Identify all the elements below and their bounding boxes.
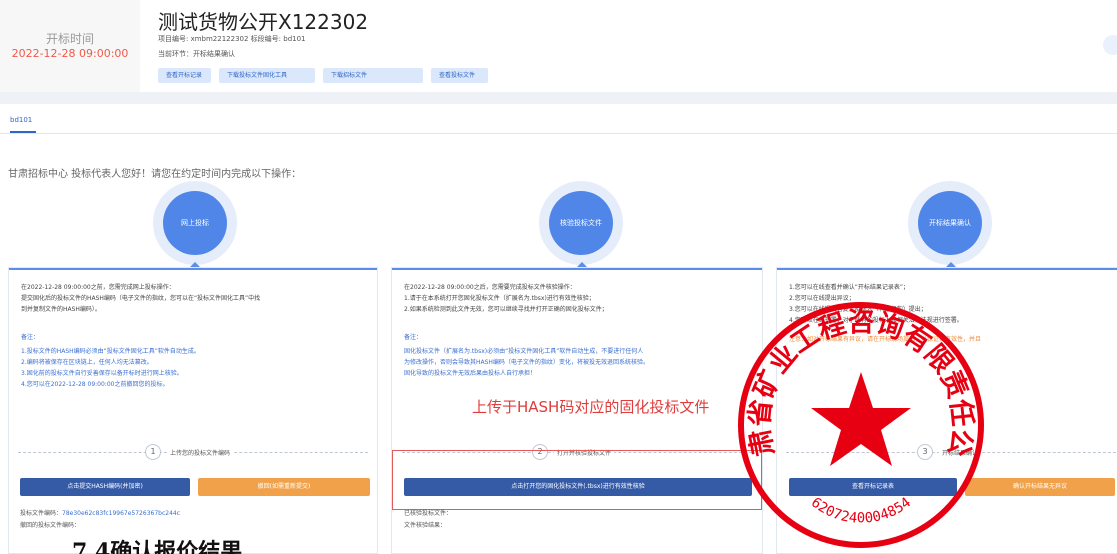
bid-file-hash-row: 投标文件编码：78e30e62c83fc19967e5726367bc244c bbox=[20, 508, 180, 517]
project-codes: 项目编号: xmbm22122302 标段编号: bd101 bbox=[158, 35, 306, 43]
panel-notes: 备注： 固化投标文件（扩展名为.tbsx)必须由“投标文件固化工具”软件自动生成… bbox=[404, 334, 649, 377]
panel-text: 在2022-12-28 09:00:00之后，您需要完成投标文件核验操作： 1.… bbox=[404, 284, 608, 313]
current-stage: 当前环节：开标结果确认 bbox=[158, 50, 235, 58]
hash-label: 投标文件编码： bbox=[20, 510, 63, 517]
verified-file-label: 已核验投标文件： bbox=[404, 510, 453, 517]
svg-text:6207240004854: 6207240004854 bbox=[808, 495, 914, 527]
section-tabs: bd101 bbox=[0, 104, 1117, 134]
step-circle-verify-file: 核验投标文件 bbox=[549, 191, 613, 255]
collapse-handle-icon[interactable] bbox=[1103, 35, 1117, 55]
annotation-text: 上传于HASH码对应的固化投标文件 bbox=[472, 398, 710, 416]
hash-value: 78e30e62c83fc19967e5726367bc244c bbox=[62, 510, 181, 517]
active-tab-indicator bbox=[10, 131, 36, 133]
download-tool-button[interactable]: 下载投标文件固化工具 bbox=[219, 68, 315, 83]
verify-result-label: 文件核验结果： bbox=[404, 522, 447, 529]
header-separator bbox=[0, 92, 1117, 104]
company-seal-icon: 甘肃省矿业工程咨询有限责任公司 6207240004854 bbox=[736, 300, 984, 548]
project-header: 开标时间 2022-12-28 09:00:00 测试货物公开X122302 项… bbox=[0, 0, 1117, 92]
withdraw-button[interactable]: 撤回(如需重新提交) bbox=[198, 478, 370, 496]
open-time-label: 开标时间 bbox=[45, 32, 94, 46]
highlight-box bbox=[392, 450, 762, 510]
withdrawn-hash-label: 撤回的投标文件编码： bbox=[20, 522, 81, 529]
section-heading: 7.4确认报价结果 bbox=[72, 539, 243, 554]
open-time-value: 2022-12-28 09:00:00 bbox=[11, 47, 129, 60]
header-button-row: 查看开标记录 下载投标文件固化工具 下载招标文件 查看投标文件 bbox=[158, 68, 488, 83]
panel-accent-bar bbox=[392, 268, 762, 270]
step-number: 1 bbox=[145, 444, 161, 460]
view-bid-file-button[interactable]: 查看投标文件 bbox=[431, 68, 488, 83]
download-tender-file-button[interactable]: 下载招标文件 bbox=[323, 68, 423, 83]
step-circle-online-bid: 网上投标 bbox=[163, 191, 227, 255]
step-circle-confirm-result: 开标结果确认 bbox=[918, 191, 982, 255]
view-opening-record-button[interactable]: 查看开标记录 bbox=[158, 68, 211, 83]
submit-hash-button[interactable]: 点击提交HASH编码(并加密) bbox=[20, 478, 190, 496]
panel-notes: 备注： 1.投标文件的HASH编码必须由“投标文件固化工具”软件自动生成。 2.… bbox=[21, 334, 200, 388]
project-title: 测试货物公开X122302 bbox=[158, 10, 369, 34]
open-time-box: 开标时间 2022-12-28 09:00:00 bbox=[0, 0, 140, 92]
seal-number: 6207240004854 bbox=[808, 495, 914, 527]
step-label: 上传您的投标文件编码 bbox=[167, 448, 234, 457]
greeting-text: 甘肃招标中心 投标代表人您好！请您在约定时间内完成以下操作： bbox=[8, 169, 302, 180]
tab-bd101[interactable]: bd101 bbox=[10, 116, 32, 124]
confirm-no-objection-button[interactable]: 确认开标结果无异议 bbox=[965, 478, 1115, 496]
panel-text: 在2022-12-28 09:00:00之前，您需完成网上投标操作： 提交固化后… bbox=[21, 284, 261, 313]
panel-accent-bar bbox=[9, 268, 377, 270]
panel-accent-bar bbox=[777, 268, 1117, 270]
